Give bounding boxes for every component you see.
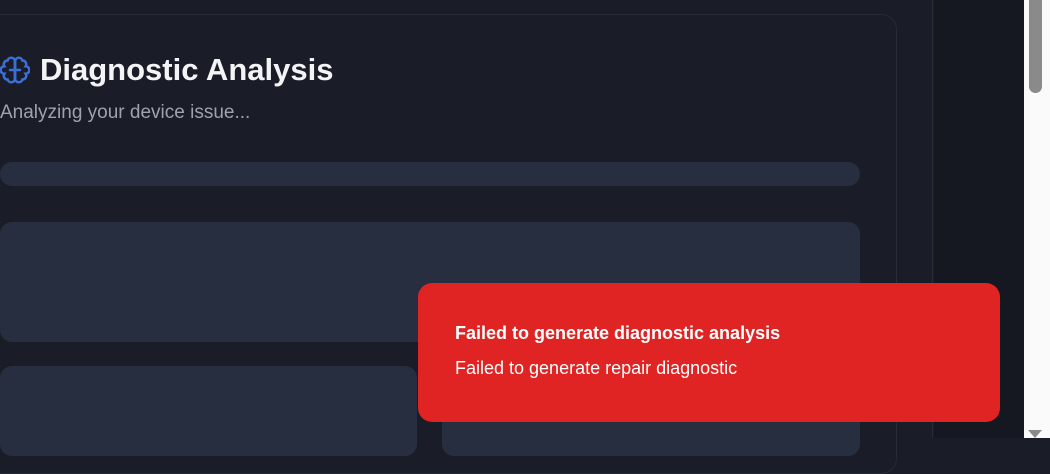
skeleton-block [0,366,417,456]
page-title: Diagnostic Analysis [0,52,333,88]
scrollbar[interactable] [1024,0,1050,438]
page-subtitle: Analyzing your device issue... [0,102,251,123]
loading-progress-bar [0,162,860,186]
toast-description: Failed to generate repair diagnostic [455,358,738,378]
title-text: Diagnostic Analysis [40,52,334,87]
scroll-down-arrow-icon[interactable] [1028,430,1042,438]
brain-icon [0,56,30,84]
toast-title: Failed to generate diagnostic analysis [455,323,781,343]
error-toast[interactable]: Failed to generate diagnostic analysis F… [418,283,1000,422]
scrollbar-thumb[interactable] [1029,0,1042,93]
